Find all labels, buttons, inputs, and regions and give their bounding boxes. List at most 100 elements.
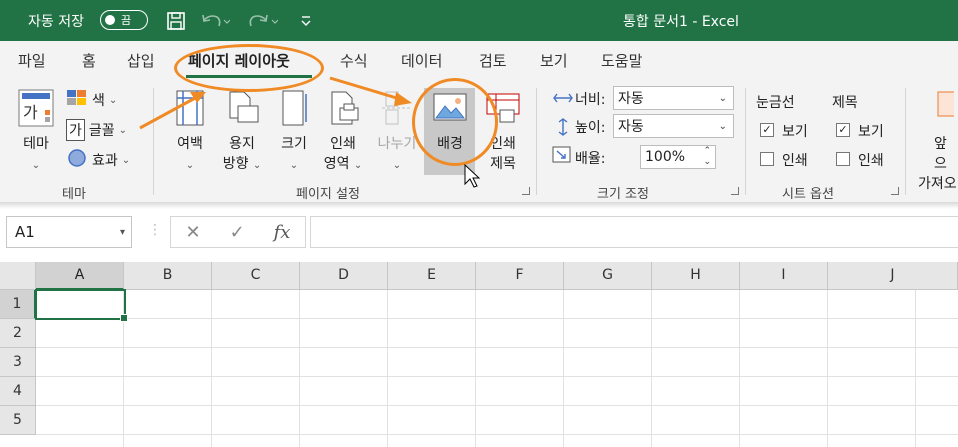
- orientation-label-1: 용지: [229, 136, 255, 152]
- gridlines-label: 눈금선: [756, 95, 795, 111]
- formula-buttons: ✕ ✓ fx: [170, 216, 306, 248]
- scale-icon: [552, 146, 572, 168]
- width-select[interactable]: 자동 ⌄: [613, 86, 734, 110]
- save-icon[interactable]: [166, 11, 186, 35]
- fonts-icon: 가: [66, 119, 85, 141]
- effects-label: 효과: [92, 153, 118, 169]
- gridlines-print-label: 인쇄: [782, 153, 808, 169]
- column-header[interactable]: H: [652, 262, 740, 290]
- tab-formulas[interactable]: 수식: [340, 50, 368, 71]
- customize-toolbar-icon[interactable]: [300, 11, 312, 35]
- group-label-page-setup: 페이지 설정: [296, 187, 360, 202]
- scale-label: 배율:: [575, 151, 606, 167]
- size-label: 크기: [281, 136, 307, 152]
- name-box-value: A1: [15, 223, 35, 241]
- print-area-button[interactable]: 인쇄 영역 ⌄: [320, 88, 366, 176]
- column-header[interactable]: B: [124, 262, 212, 290]
- cancel-icon[interactable]: ✕: [185, 222, 200, 243]
- fonts-label: 글꼴: [88, 123, 115, 139]
- group-label-scale-to-fit: 크기 조정: [597, 187, 649, 202]
- column-header[interactable]: E: [388, 262, 476, 290]
- select-all-corner[interactable]: [0, 262, 36, 290]
- headings-print-checkbox[interactable]: [836, 152, 850, 166]
- fonts-button[interactable]: 가 글꼴 ⌄: [66, 119, 127, 141]
- redo-icon[interactable]: [248, 11, 279, 35]
- column-header[interactable]: F: [476, 262, 564, 290]
- tab-file[interactable]: 파일: [18, 50, 46, 71]
- themes-icon: 가: [17, 89, 55, 132]
- height-select[interactable]: 자동 ⌄: [613, 114, 734, 138]
- effects-icon: [66, 148, 88, 172]
- resize-handle-icon[interactable]: ⋮: [148, 222, 162, 238]
- grid-column-line: [387, 290, 388, 447]
- themes-button[interactable]: 가 테마 ⌄: [14, 88, 58, 176]
- orientation-icon: [224, 91, 260, 132]
- gridlines-view-label: 보기: [782, 124, 808, 140]
- column-header[interactable]: D: [300, 262, 388, 290]
- enter-icon[interactable]: ✓: [230, 222, 245, 243]
- scale-value: 100%: [645, 149, 686, 165]
- width-label: 너비:: [575, 92, 606, 108]
- height-value: 자동: [618, 119, 644, 135]
- spinner-arrows-icon[interactable]: ⌃ ⌄: [703, 146, 711, 168]
- size-icon: [279, 90, 309, 132]
- width-icon: [552, 89, 574, 111]
- print-area-icon: [326, 91, 360, 132]
- column-header[interactable]: C: [212, 262, 300, 290]
- column-header[interactable]: A: [36, 262, 124, 290]
- sheet-options-launcher-icon[interactable]: [891, 187, 899, 195]
- chevron-down-icon: ⌄: [252, 160, 262, 171]
- grid-column-line: [211, 290, 212, 447]
- headings-view-checkbox[interactable]: ✓: [836, 123, 850, 137]
- row-header[interactable]: 5: [0, 406, 36, 435]
- row-header[interactable]: 1: [0, 290, 36, 319]
- print-titles-label-2: 제목: [490, 156, 516, 172]
- row-header[interactable]: 4: [0, 377, 36, 406]
- margins-button[interactable]: 여백 ⌄: [168, 88, 212, 176]
- tab-help[interactable]: 도움말: [601, 50, 642, 71]
- active-cell[interactable]: [35, 289, 128, 322]
- grid-column-line: [915, 290, 916, 447]
- headings-label: 제목: [832, 95, 858, 111]
- tab-review[interactable]: 검토: [479, 50, 507, 71]
- print-area-label-2: 영역: [323, 156, 350, 172]
- chevron-down-icon: ⌄: [353, 160, 363, 171]
- colors-button[interactable]: 색 ⌄: [66, 89, 117, 111]
- column-header[interactable]: G: [564, 262, 652, 290]
- function-icon[interactable]: fx: [274, 222, 291, 243]
- bring-forward-label-2: 가져오: [918, 176, 957, 192]
- gridlines-print-checkbox[interactable]: [760, 152, 774, 166]
- undo-icon[interactable]: [200, 11, 231, 35]
- grid-column-line: [475, 290, 476, 447]
- row-header[interactable]: 3: [0, 348, 36, 377]
- grid-column-line: [563, 290, 564, 447]
- effects-button[interactable]: 효과 ⌄: [66, 148, 130, 172]
- tab-insert[interactable]: 삽입: [127, 50, 155, 71]
- bring-forward-button[interactable]: 앞으 가져오: [914, 88, 958, 194]
- page-setup-launcher-icon[interactable]: [522, 187, 530, 195]
- scale-spinner[interactable]: 100% ⌃ ⌄: [640, 145, 716, 169]
- headings-print-label: 인쇄: [858, 153, 884, 169]
- scale-to-fit-launcher-icon[interactable]: [731, 187, 739, 195]
- name-box[interactable]: A1 ▾: [6, 216, 132, 248]
- themes-label: 테마: [23, 136, 49, 152]
- orientation-button[interactable]: 용지 방향 ⌄: [218, 88, 266, 176]
- height-label: 높이:: [575, 120, 606, 136]
- column-header[interactable]: J: [828, 262, 958, 290]
- gridlines-view-checkbox[interactable]: ✓: [760, 123, 774, 137]
- tab-home[interactable]: 홈: [82, 50, 96, 71]
- group-label-theme: 테마: [62, 187, 86, 202]
- column-header[interactable]: I: [740, 262, 828, 290]
- colors-icon: [66, 89, 88, 111]
- autosave-state: 끔: [121, 14, 132, 27]
- tab-data[interactable]: 데이터: [401, 50, 442, 71]
- group-separator: [745, 88, 746, 195]
- chevron-down-icon: ⌄: [185, 160, 195, 171]
- row-header[interactable]: 2: [0, 319, 36, 348]
- autosave-label: 자동 저장: [28, 13, 84, 30]
- formula-input[interactable]: [310, 216, 958, 248]
- title-bar: 자동 저장 끔 통합 문서1 - Excel: [0, 0, 958, 41]
- autosave-toggle[interactable]: 끔: [100, 10, 148, 30]
- size-button[interactable]: 크기 ⌄: [274, 88, 314, 176]
- tab-view[interactable]: 보기: [540, 50, 568, 71]
